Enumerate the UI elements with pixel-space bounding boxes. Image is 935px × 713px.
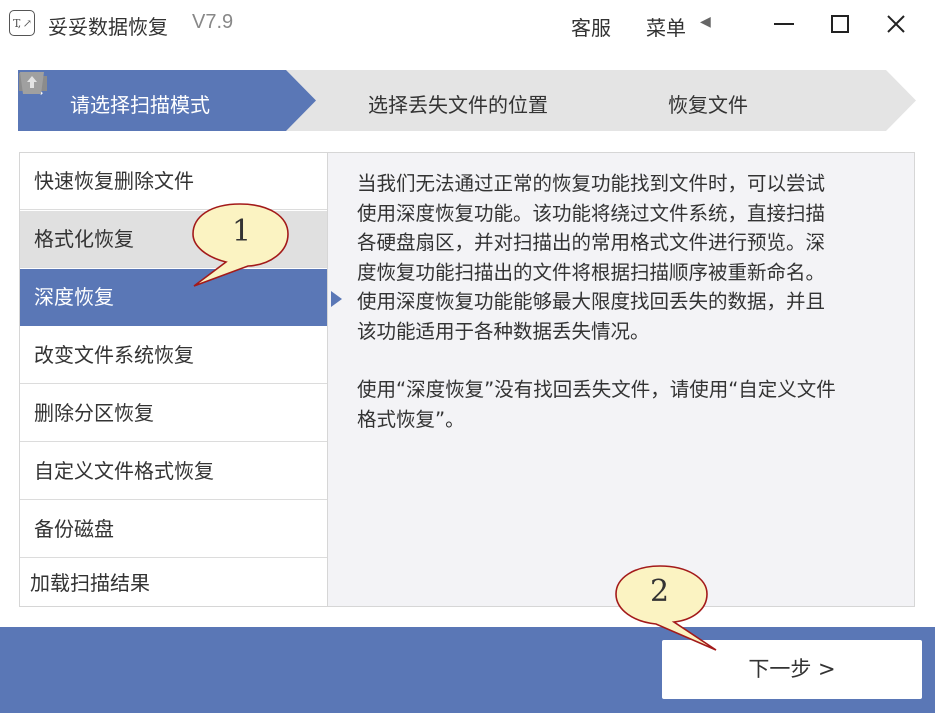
app-logo-icon: T, ↗ xyxy=(9,10,35,36)
footer-bar: 下一步 > xyxy=(0,627,935,713)
description-line: 该功能适用于各种数据丢失情况。 xyxy=(357,319,650,343)
description-line: 使用“深度恢复”没有找回丢失文件，请使用“自定义文件 xyxy=(357,378,836,401)
callout-2: 2 xyxy=(612,562,722,654)
description-line: 格式恢复”。 xyxy=(357,407,465,431)
app-version: V7.9 xyxy=(192,11,234,33)
description-line: 使用深度恢复功能能够最大限度找回丢失的数据，并且 xyxy=(357,290,826,313)
mode-item-backup-disk[interactable]: 备份磁盘 xyxy=(20,501,327,558)
mode-item-filesystem-recover[interactable]: 改变文件系统恢复 xyxy=(20,327,327,384)
mode-description: 当我们无法通过正常的恢复功能找到文件时，可以尝试 使用深度恢复功能。该功能将绕过… xyxy=(357,169,897,463)
description-line: 使用深度恢复功能。该功能将绕过文件系统，直接扫描 xyxy=(357,201,826,225)
callout-1-number: 1 xyxy=(232,214,252,249)
description-line: 各硬盘扇区，并对扫描出的常用格式文件进行预览。深 xyxy=(357,231,826,254)
menu-button[interactable]: 菜单 xyxy=(646,12,686,41)
step-3-label: 恢复文件 xyxy=(668,93,748,117)
app-title: 妥妥数据恢复 xyxy=(48,15,168,39)
support-button[interactable]: 客服 xyxy=(571,12,611,41)
main-panel: 快速恢复删除文件 格式化恢复 深度恢复 改变文件系统恢复 删除分区恢复 自定义文… xyxy=(19,152,915,607)
mode-item-partition-recover[interactable]: 删除分区恢复 xyxy=(20,385,327,442)
restore-icon xyxy=(20,72,44,94)
maximize-icon xyxy=(831,15,849,33)
step-progress-bar: 请选择扫描模式 选择丢失文件的位置 恢复文件 xyxy=(18,70,918,131)
callout-2-number: 2 xyxy=(650,574,670,609)
close-button[interactable] xyxy=(876,5,916,43)
mode-item-load-scan-result[interactable]: 加载扫描结果 xyxy=(20,555,327,612)
app-logo-text: T, ↗ xyxy=(13,16,32,30)
minimize-button[interactable] xyxy=(764,5,804,43)
callout-1: 1 xyxy=(188,200,293,290)
minimize-icon xyxy=(774,23,794,25)
mode-item-custom-format-recover[interactable]: 自定义文件格式恢复 xyxy=(20,443,327,500)
menu-arrow-icon[interactable]: ◀ xyxy=(700,14,711,30)
maximize-button[interactable] xyxy=(820,5,860,43)
step-1-label: 请选择扫描模式 xyxy=(70,93,210,117)
description-line: 当我们无法通过正常的恢复功能找到文件时，可以尝试 xyxy=(357,172,826,195)
title-bar: T, ↗ 妥妥数据恢复 V7.9 客服 菜单 ◀ xyxy=(0,0,935,48)
description-paragraph-2: 使用“深度恢复”没有找回丢失文件，请使用“自定义文件 格式恢复”。 xyxy=(357,375,897,434)
selected-mode-pointer-icon xyxy=(331,291,342,307)
close-icon xyxy=(887,15,905,33)
description-paragraph-1: 当我们无法通过正常的恢复功能找到文件时，可以尝试 使用深度恢复功能。该功能将绕过… xyxy=(357,169,897,346)
step-2-label: 选择丢失文件的位置 xyxy=(368,93,548,117)
description-line: 度恢复功能扫描出的文件将根据扫描顺序被重新命名。 xyxy=(357,260,826,284)
